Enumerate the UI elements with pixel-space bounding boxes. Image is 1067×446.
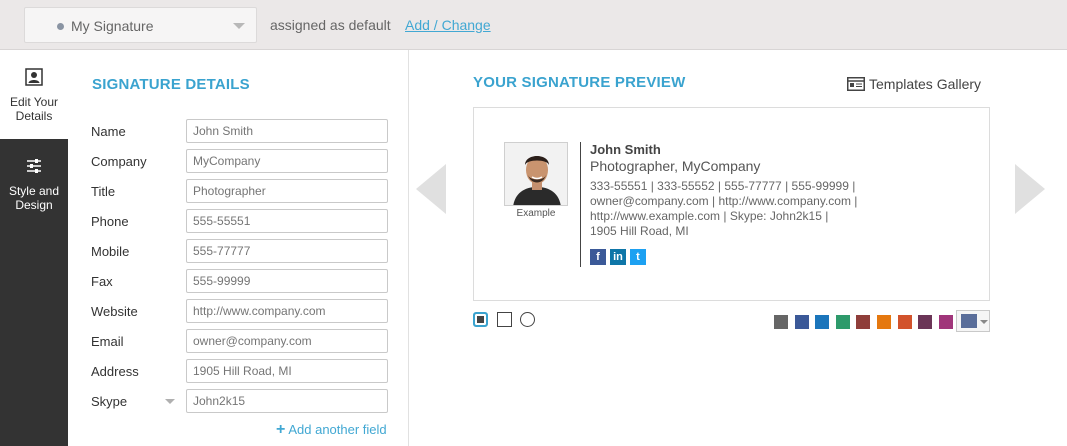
signature-line-phones: 333-55551 | 333-55552 | 555-77777 | 555-…	[590, 179, 856, 193]
user-card-icon	[25, 68, 43, 86]
signature-line-web: http://www.example.com | Skype: John2k15…	[590, 209, 829, 223]
label-mobile: Mobile	[91, 244, 130, 259]
label-company: Company	[91, 154, 147, 169]
plus-icon: +	[276, 421, 286, 438]
signature-title-company: Photographer, MyCompany	[590, 158, 761, 174]
email-input[interactable]	[186, 329, 388, 353]
fax-input[interactable]	[186, 269, 388, 293]
templates-gallery-button[interactable]: Templates Gallery	[847, 76, 981, 92]
previous-template-arrow-icon[interactable]	[416, 164, 446, 214]
assigned-text: assigned as default	[270, 17, 391, 33]
signature-line-email: owner@company.com | http://www.company.c…	[590, 194, 858, 208]
color-swatch[interactable]	[815, 315, 830, 329]
divider-line	[580, 142, 581, 267]
person-avatar-icon	[505, 143, 567, 205]
add-another-field-button[interactable]: + Add another field	[276, 421, 387, 439]
top-bar: My Signature assigned as default Add / C…	[0, 0, 1067, 50]
color-swatch[interactable]	[877, 315, 891, 329]
label-website: Website	[91, 304, 138, 319]
templates-gallery-label: Templates Gallery	[869, 76, 982, 92]
gallery-icon	[847, 77, 865, 91]
nav-style-design-label-1: Style and	[8, 184, 60, 198]
chevron-down-icon	[980, 320, 988, 324]
color-swatch[interactable]	[774, 315, 788, 329]
preview-title: YOUR SIGNATURE PREVIEW	[473, 74, 686, 91]
sliders-icon	[27, 159, 41, 173]
nav-edit-details-label-2: Details	[15, 109, 53, 123]
address-input[interactable]	[186, 359, 388, 383]
color-swatch[interactable]	[918, 315, 933, 329]
color-swatch[interactable]	[794, 315, 809, 329]
label-name: Name	[91, 124, 126, 139]
selected-color-chip	[961, 314, 977, 328]
phone-input[interactable]	[186, 209, 388, 233]
name-input[interactable]	[186, 119, 388, 143]
left-nav: Edit Your Details Style and Design	[0, 50, 68, 446]
facebook-icon[interactable]: f	[590, 249, 606, 265]
photo-style-circle[interactable]	[520, 312, 535, 327]
photo-style-square[interactable]	[497, 312, 512, 327]
status-dot-icon	[57, 23, 64, 30]
mobile-input[interactable]	[186, 239, 388, 263]
twitter-icon[interactable]: t	[630, 249, 646, 265]
next-template-arrow-icon[interactable]	[1015, 164, 1045, 214]
nav-style-design[interactable]: Style and Design	[0, 139, 68, 239]
signature-preview-panel: YOUR SIGNATURE PREVIEW Templates Gallery…	[410, 50, 1067, 446]
skype-input[interactable]	[186, 389, 388, 413]
label-title: Title	[91, 184, 116, 199]
label-phone: Phone	[91, 214, 129, 229]
label-fax: Fax	[91, 274, 113, 289]
field-type-dropdown-icon[interactable]	[165, 399, 175, 404]
title-input[interactable]	[186, 179, 388, 203]
nav-edit-details-label-1: Edit Your	[9, 95, 59, 109]
color-swatch[interactable]	[856, 315, 871, 329]
label-skype: Skype	[91, 394, 128, 409]
nav-edit-details[interactable]: Edit Your Details	[0, 50, 68, 139]
label-address: Address	[91, 364, 139, 379]
photo-caption: Example	[516, 208, 556, 219]
add-field-label: Add another field	[288, 422, 387, 437]
add-change-link[interactable]: Add / Change	[405, 17, 491, 33]
custom-color-picker[interactable]	[956, 310, 990, 332]
signature-name: John Smith	[590, 142, 661, 157]
color-swatch[interactable]	[897, 315, 912, 329]
website-input[interactable]	[186, 299, 388, 323]
signature-select-value: My Signature	[71, 18, 154, 34]
profile-photo	[504, 142, 568, 206]
details-title: SIGNATURE DETAILS	[92, 76, 250, 93]
nav-style-design-label-2: Design	[15, 198, 53, 212]
label-email: Email	[91, 334, 124, 349]
company-input[interactable]	[186, 149, 388, 173]
signature-card: Example John Smith Photographer, MyCompa…	[473, 107, 990, 301]
signature-details-panel: SIGNATURE DETAILS Name Company Title Pho…	[68, 50, 409, 446]
photo-style-square-filled[interactable]	[473, 312, 488, 327]
chevron-down-icon	[233, 23, 245, 29]
color-swatch[interactable]	[938, 315, 953, 329]
color-swatch[interactable]	[835, 315, 850, 329]
linkedin-icon[interactable]: in	[610, 249, 626, 265]
signature-select[interactable]: My Signature	[24, 7, 257, 43]
signature-line-address: 1905 Hill Road, MI	[590, 224, 689, 238]
